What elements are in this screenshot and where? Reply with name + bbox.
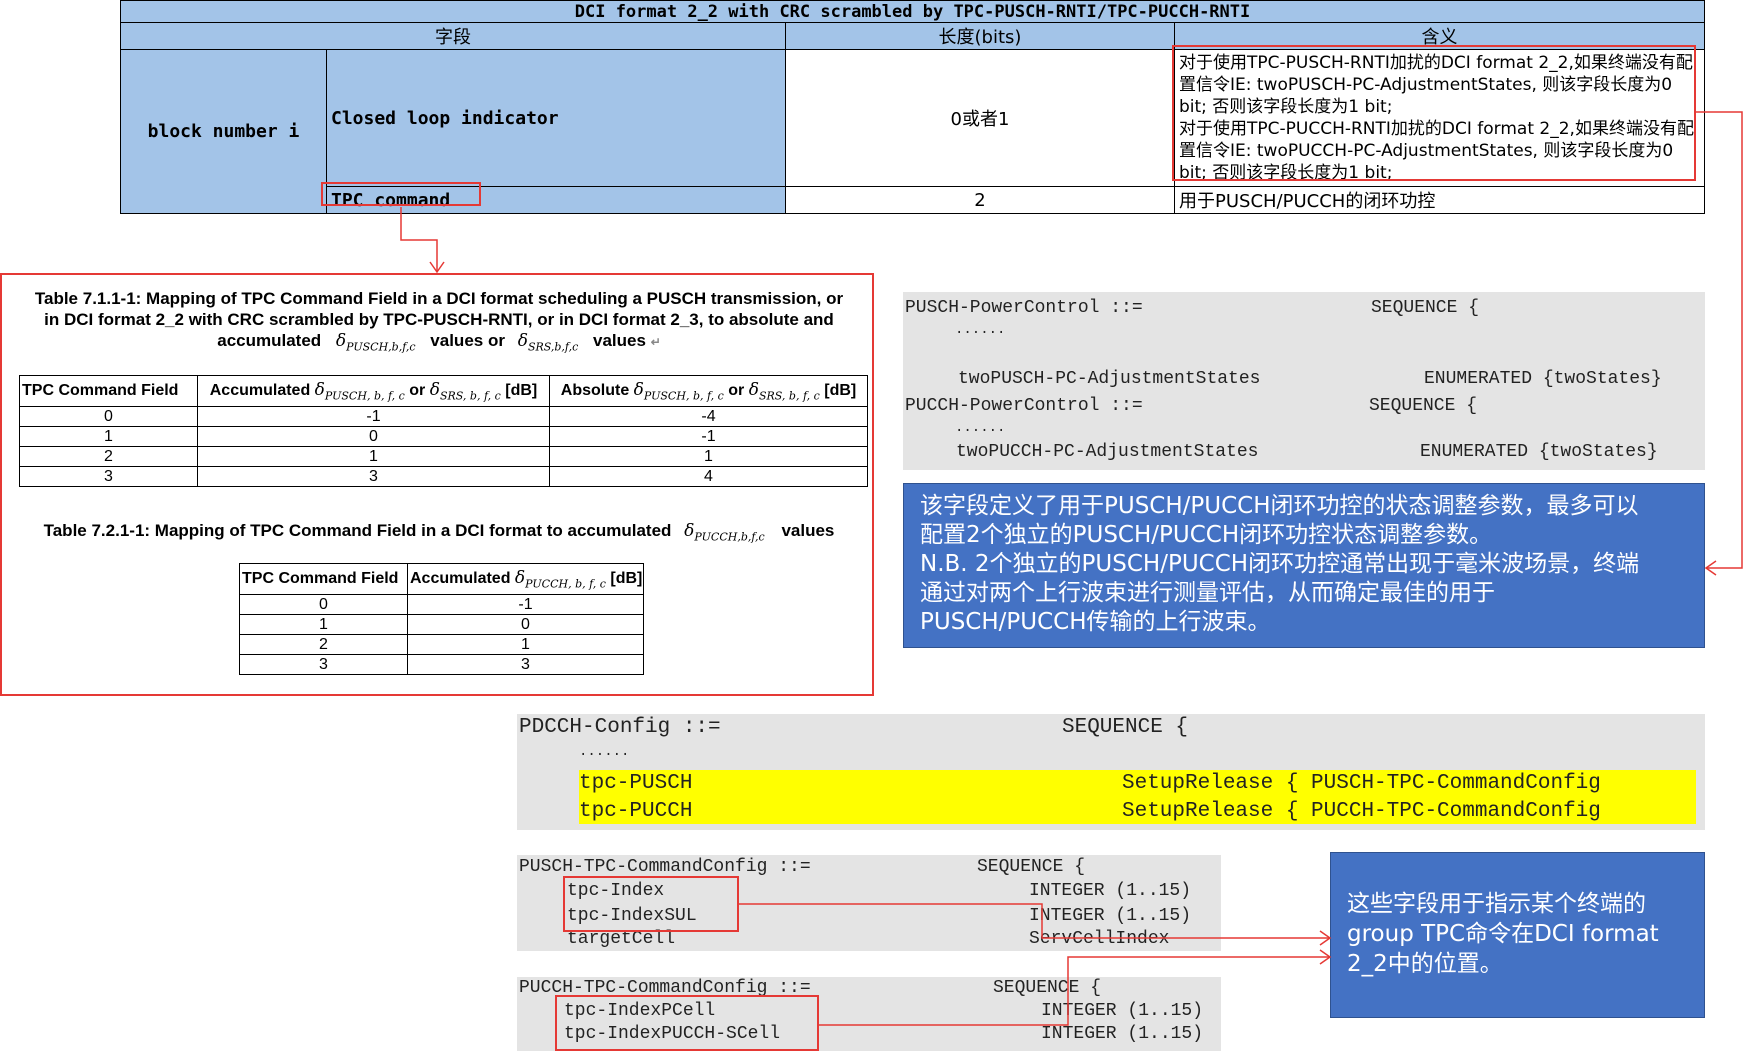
arrow-meaning-to-note — [1696, 111, 1743, 569]
arrow-pusch-index-to-note — [739, 903, 1330, 939]
arrow-pucch-index-to-note — [819, 956, 1330, 1026]
arrow-tpc-to-table — [400, 207, 438, 272]
connector-arrows — [400, 111, 1743, 1026]
